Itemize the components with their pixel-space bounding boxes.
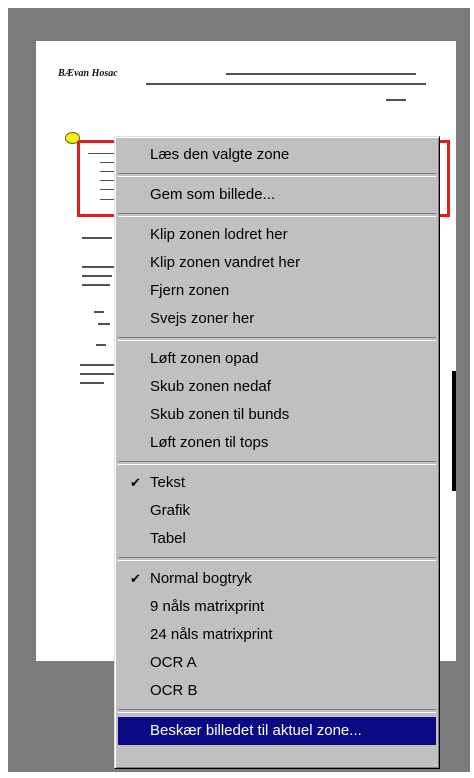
page-edge-strip [452,371,456,491]
scanned-text-line [82,284,110,286]
menu-item-read-zone[interactable]: Læs den valgte zone [118,141,436,169]
menu-item-font-normal[interactable]: ✔ Normal bogtryk [118,565,436,593]
menu-item-type-table[interactable]: Tabel [118,525,436,553]
menu-item-label: Normal bogtryk [150,570,252,587]
menu-separator [118,173,436,177]
menu-item-label: 24 nåls matrixprint [150,626,273,643]
menu-item-label: Beskær billedet til aktuel zone... [150,722,362,739]
menu-item-label: Gem som billede... [150,186,276,203]
menu-item-split-vertical[interactable]: Klip zonen lodret her [118,221,436,249]
checkmark-icon: ✔ [130,475,141,490]
menu-item-crop-to-zone[interactable]: Beskær billedet til aktuel zone... [118,717,436,745]
checkmark-icon: ✔ [130,571,141,586]
menu-item-label: Tekst [150,474,186,491]
scanned-text-line [226,73,416,75]
menu-item-label: Læs den valgte zone [150,146,290,163]
menu-item-lift-top[interactable]: Løft zonen til tops [118,429,436,457]
menu-item-label: Svejs zoner her [150,310,255,327]
menu-item-save-image[interactable]: Gem som billede... [118,181,436,209]
scanned-text-line [146,83,426,85]
scanned-text-line [96,344,106,346]
menu-item-push-bottom[interactable]: Skub zonen til bunds [118,401,436,429]
zone-context-menu: Læs den valgte zone Gem som billede... K… [114,136,440,769]
scanned-text-line [80,364,118,366]
menu-item-lift-up[interactable]: Løft zonen opad [118,345,436,373]
menu-item-label: OCR A [150,654,197,671]
menu-item-font-9pin[interactable]: 9 nåls matrixprint [118,593,436,621]
menu-item-label: Grafik [150,502,191,519]
menu-item-label: OCR B [150,682,198,699]
menu-separator [118,557,436,561]
scanned-text-line [80,373,114,375]
zone-handle-marker[interactable] [65,132,80,144]
scanned-text-line [98,323,110,325]
menu-item-label: Løft zonen til tops [150,434,269,451]
menu-item-merge-zones[interactable]: Svejs zoner her [118,305,436,333]
menu-item-font-ocra[interactable]: OCR A [118,649,436,677]
menu-item-push-down[interactable]: Skub zonen nedaf [118,373,436,401]
scanned-text-line [80,382,104,384]
menu-item-label: Tabel [150,530,186,547]
menu-item-label: Fjern zonen [150,282,230,299]
scanned-text-line [82,275,112,277]
menu-item-label: Skub zonen til bunds [150,406,290,423]
menu-item-split-horizontal[interactable]: Klip zonen vandret her [118,249,436,277]
menu-item-font-ocrb[interactable]: OCR B [118,677,436,705]
menu-item-label: Løft zonen opad [150,350,259,367]
menu-item-remove-zone[interactable]: Fjern zonen [118,277,436,305]
scanned-text-line [386,99,406,101]
menu-separator [118,709,436,713]
menu-item-type-text[interactable]: ✔ Tekst [118,469,436,497]
scanned-text-line [94,311,104,313]
scanned-text-line [82,237,112,239]
menu-item-type-graphic[interactable]: Grafik [118,497,436,525]
menu-separator [118,337,436,341]
menu-item-label: 9 nåls matrixprint [150,598,265,615]
menu-item-label: Skub zonen nedaf [150,378,271,395]
menu-item-label: Klip zonen vandret her [150,254,301,271]
menu-separator [118,213,436,217]
scanned-text-line [82,266,118,268]
menu-item-label: Klip zonen lodret her [150,226,288,243]
menu-separator [118,461,436,465]
document-header-logo: BÆvan Hosac [58,68,118,79]
menu-item-font-24pin[interactable]: 24 nåls matrixprint [118,621,436,649]
